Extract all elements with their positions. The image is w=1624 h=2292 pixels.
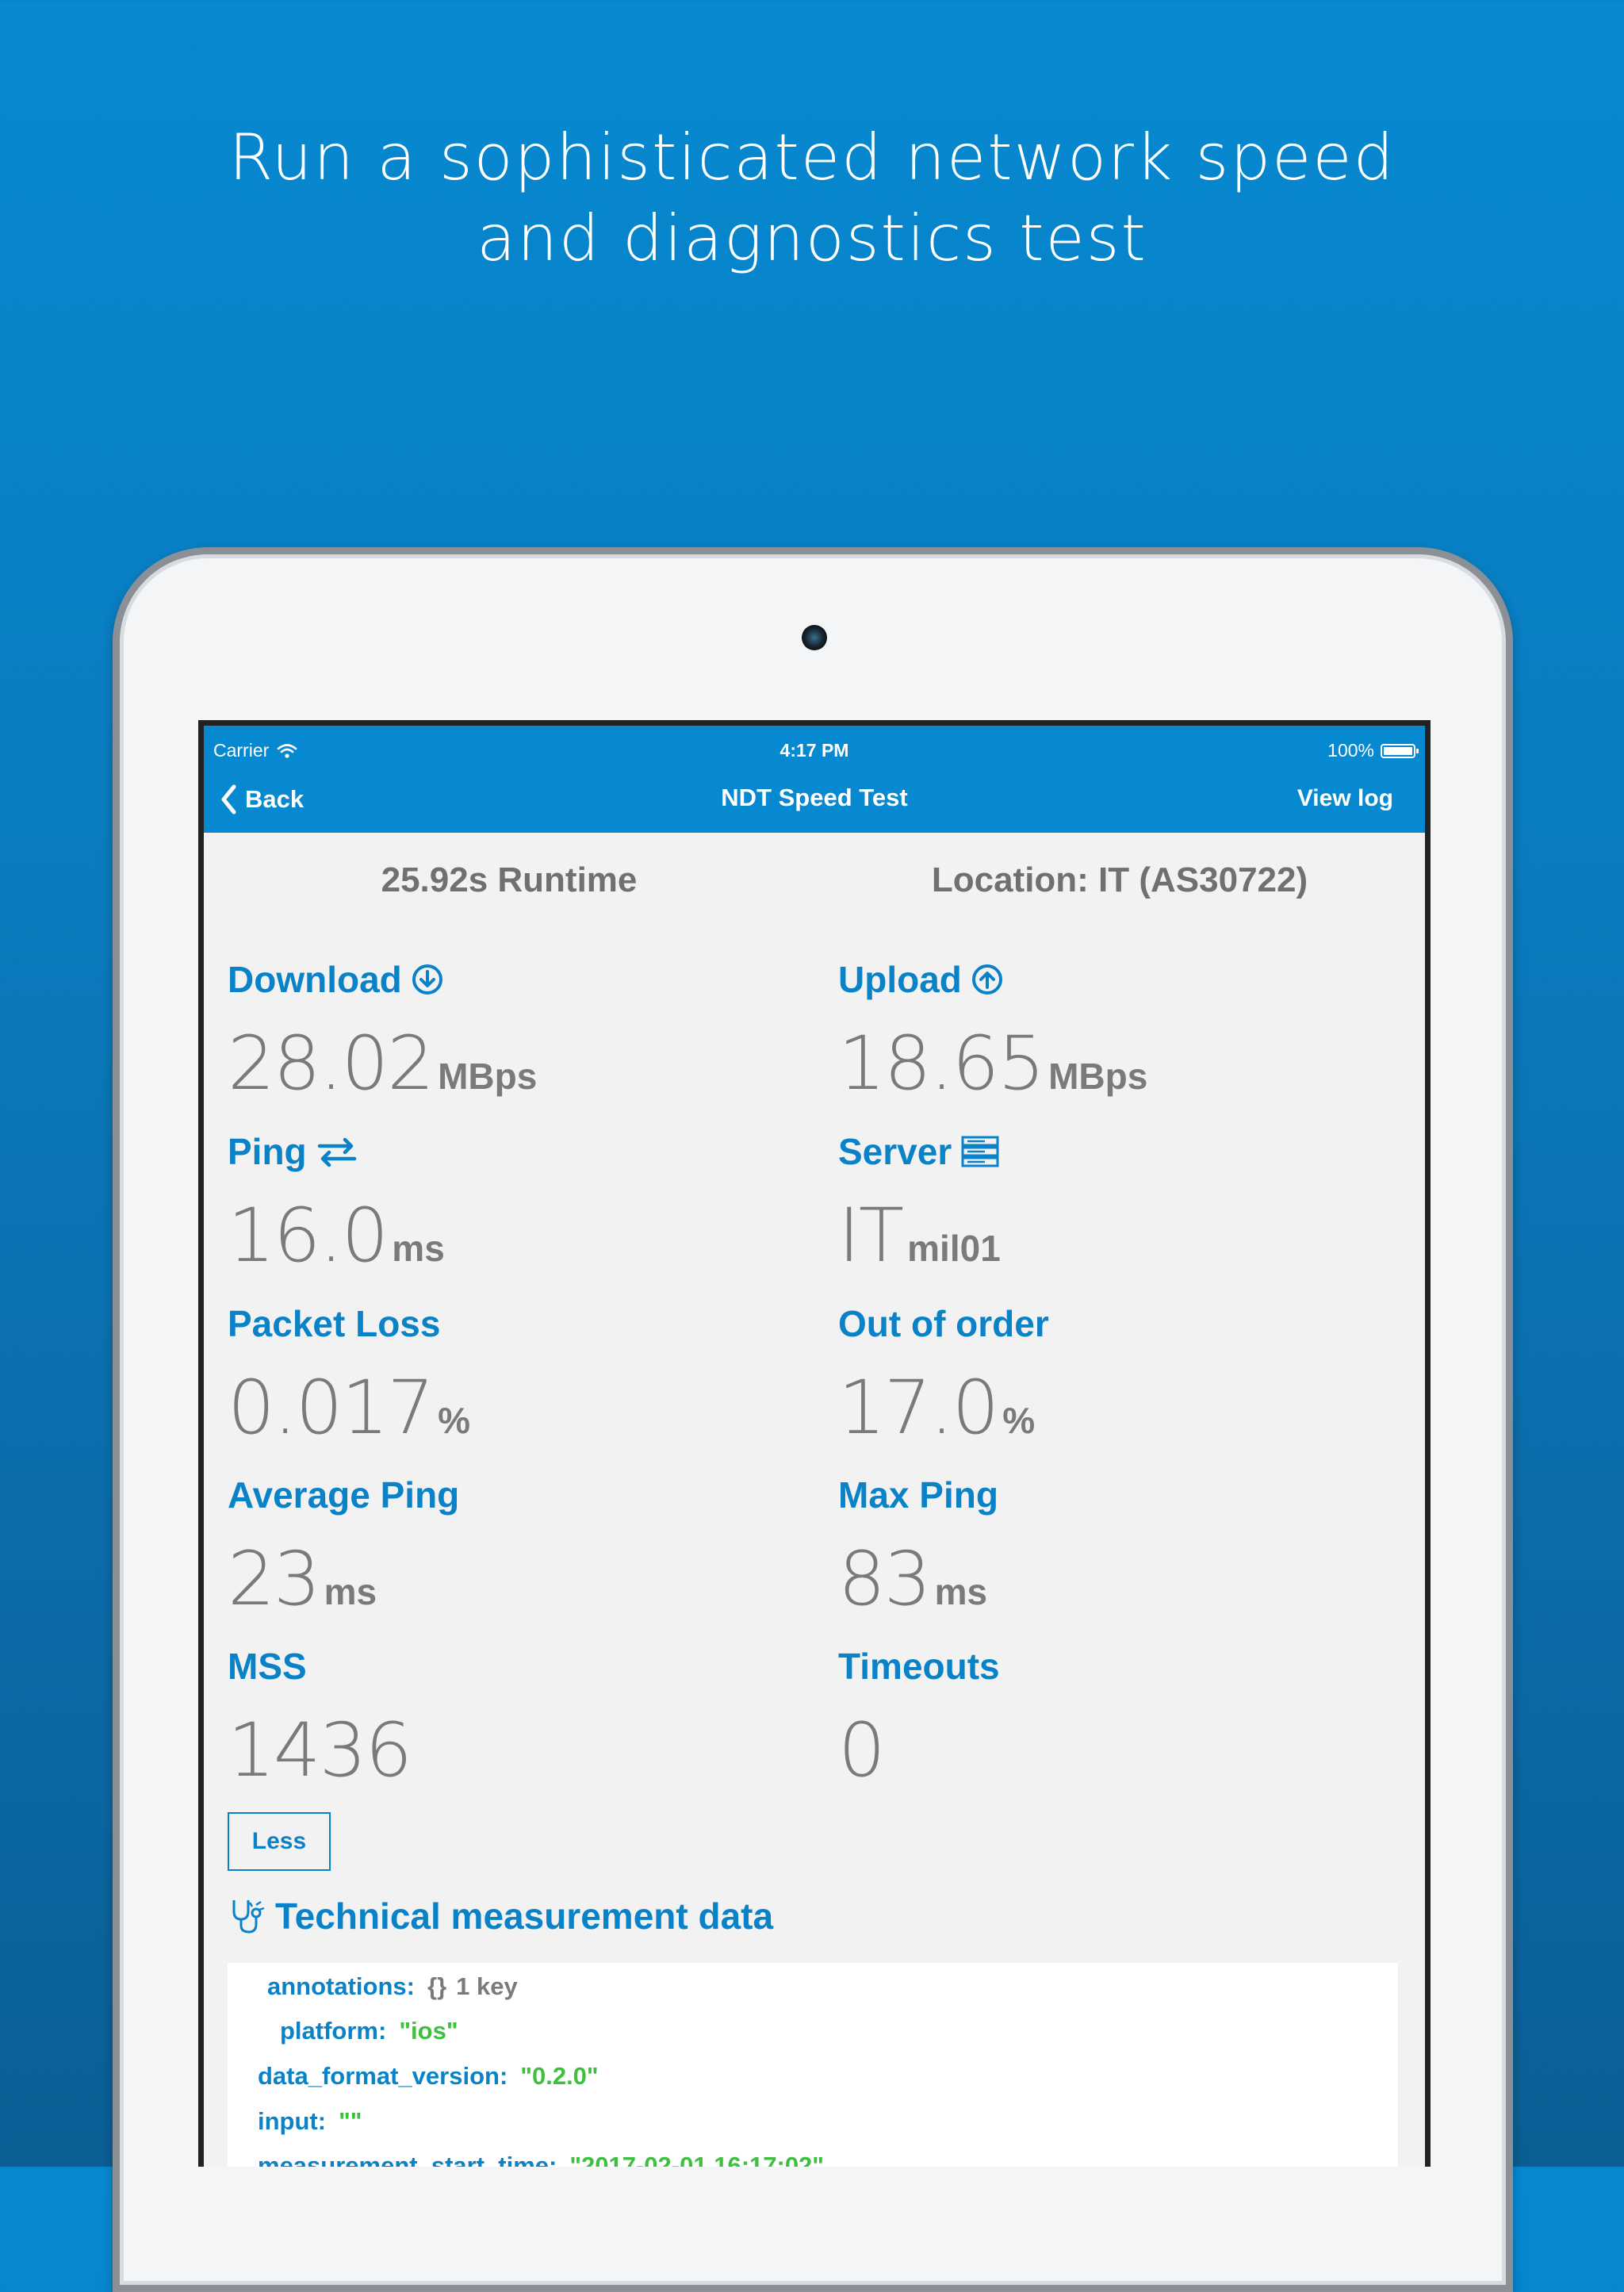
app-view: Carrier 4:17 PM 100% Back NDT Speed Test… (204, 726, 1425, 2167)
json-key: annotations: (267, 1972, 415, 2000)
status-bar: Carrier 4:17 PM 100% (204, 740, 1425, 764)
download-circle-icon (412, 964, 442, 995)
metric-average-ping: Average Ping 23 ms (228, 1471, 814, 1623)
metric-value: 16.0 (228, 1193, 389, 1279)
upload-circle-icon (971, 964, 1002, 995)
battery-icon (1381, 743, 1419, 758)
server-rack-icon (961, 1136, 999, 1167)
device-screen: Carrier 4:17 PM 100% Back NDT Speed Test… (198, 720, 1431, 2167)
metric-unit: % (438, 1400, 471, 1441)
metric-label: Packet Loss (228, 1303, 441, 1344)
metric-server: Server IT mil01 (838, 1128, 1425, 1279)
json-key: input: (258, 2107, 327, 2135)
metric-label: MSS (228, 1646, 307, 1687)
top-bar: Carrier 4:17 PM 100% Back NDT Speed Test… (204, 726, 1425, 833)
json-value: {} (427, 1972, 447, 2000)
front-camera (802, 625, 827, 650)
metric-label: Timeouts (838, 1646, 1000, 1687)
marketing-headline: Run a sophisticated network speed and di… (0, 117, 1624, 279)
json-row: platform: "ios" (280, 2017, 458, 2045)
metric-upload: Upload 18.65 MBps (838, 956, 1425, 1107)
technical-section-header: Technical measurement data (228, 1895, 773, 1937)
headline-line-2: and diagnostics test (477, 201, 1147, 275)
json-value: "" (339, 2107, 362, 2135)
battery-percent: 100% (1327, 740, 1374, 761)
json-key: platform: (280, 2017, 387, 2045)
battery-indicator: 100% (1327, 740, 1419, 761)
metric-label: Download (228, 959, 402, 1000)
metric-unit: MBps (438, 1056, 538, 1097)
metric-out-of-order: Out of order 17.0% (838, 1300, 1425, 1451)
metric-label: Upload (838, 959, 962, 1000)
metric-unit: % (1002, 1400, 1036, 1441)
metric-unit: ms (392, 1228, 445, 1269)
metric-value: 28.02 (228, 1021, 435, 1107)
json-key: data_format_version: (258, 2062, 508, 2090)
json-meta: 1 key (456, 1972, 518, 2000)
runtime-text: 25.92s Runtime (381, 860, 638, 899)
less-button[interactable]: Less (228, 1812, 331, 1871)
swap-arrows-icon (317, 1137, 356, 1167)
metric-label: Average Ping (228, 1474, 460, 1516)
metric-packet-loss: Packet Loss 0.017% (228, 1300, 814, 1451)
technical-title: Technical measurement data (275, 1895, 774, 1937)
metric-label: Ping (228, 1131, 307, 1172)
headline-line-1: Run a sophisticated network speed (228, 121, 1396, 194)
json-value: "0.2.0" (520, 2062, 599, 2090)
json-row: data_format_version: "0.2.0" (258, 2062, 599, 2091)
json-row[interactable]: annotations: {} 1 key (267, 1972, 518, 2001)
location-text: Location: IT (AS30722) (931, 860, 1308, 899)
technical-data-panel: annotations: {} 1 key platform: "ios" da… (228, 1963, 1398, 2167)
metric-value: 18.65 (838, 1021, 1045, 1107)
metric-value: 0 (838, 1708, 886, 1794)
metric-timeouts: Timeouts 0 (838, 1642, 1425, 1794)
metric-unit: ms (324, 1571, 377, 1612)
status-time: 4:17 PM (779, 740, 849, 761)
metric-ping: Ping 16.0 ms (228, 1128, 814, 1279)
json-row: measurement_start_time: "2017-02-01 16:1… (258, 2152, 824, 2167)
metric-value: 1436 (228, 1708, 412, 1794)
metric-value: IT (838, 1193, 904, 1279)
json-value: "2017-02-01 16:17:02" (569, 2152, 824, 2167)
metric-unit: ms (934, 1571, 988, 1612)
metric-label: Out of order (838, 1303, 1049, 1344)
stethoscope-icon (232, 1900, 265, 1934)
metric-max-ping: Max Ping 83 ms (838, 1471, 1425, 1623)
nav-title: NDT Speed Test (721, 784, 908, 811)
json-value: "ios" (399, 2017, 458, 2045)
metric-unit: MBps (1048, 1056, 1148, 1097)
metric-value: 17.0 (838, 1365, 999, 1451)
metric-value: 0.017 (228, 1365, 435, 1451)
metric-mss: MSS 1436 (228, 1642, 814, 1794)
metric-label: Max Ping (838, 1474, 998, 1516)
view-log-button[interactable]: View log (1297, 785, 1393, 812)
navigation-bar: Back NDT Speed Test View log (204, 777, 1425, 825)
metric-value: 23 (228, 1536, 321, 1623)
json-row: input: "" (258, 2107, 362, 2136)
metric-value: 83 (838, 1536, 932, 1623)
metric-unit: mil01 (907, 1228, 1001, 1269)
metric-label: Server (838, 1131, 952, 1172)
json-key: measurement_start_time: (258, 2152, 557, 2167)
metric-download: Download 28.02 MBps (228, 956, 814, 1107)
